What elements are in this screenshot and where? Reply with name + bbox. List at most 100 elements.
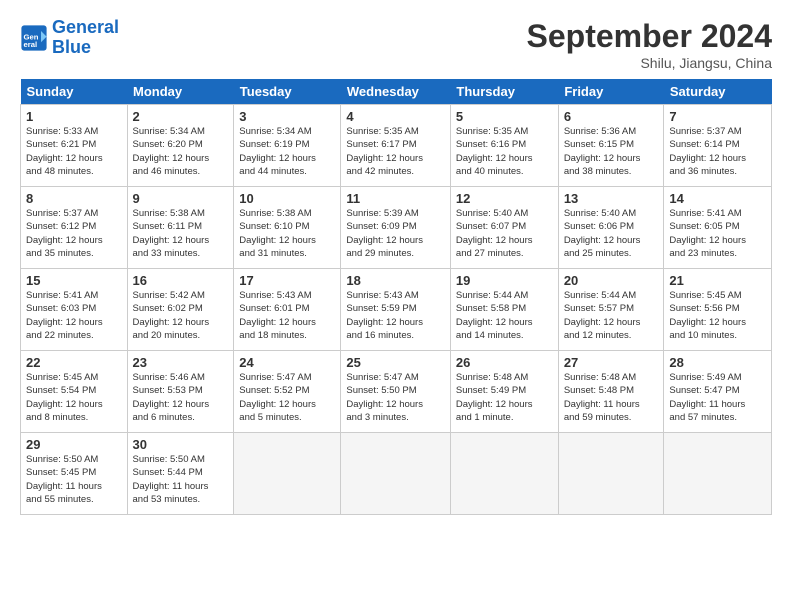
svg-text:eral: eral	[24, 40, 38, 49]
weekday-header-tuesday: Tuesday	[234, 79, 341, 105]
day-detail: Sunrise: 5:43 AM Sunset: 5:59 PM Dayligh…	[346, 289, 445, 342]
day-detail: Sunrise: 5:47 AM Sunset: 5:50 PM Dayligh…	[346, 371, 445, 424]
calendar-cell: 27Sunrise: 5:48 AM Sunset: 5:48 PM Dayli…	[558, 351, 664, 433]
calendar-cell: 1Sunrise: 5:33 AM Sunset: 6:21 PM Daylig…	[21, 105, 128, 187]
day-number: 9	[133, 191, 229, 206]
calendar-cell: 24Sunrise: 5:47 AM Sunset: 5:52 PM Dayli…	[234, 351, 341, 433]
calendar-cell	[558, 433, 664, 515]
day-number: 25	[346, 355, 445, 370]
day-number: 7	[669, 109, 766, 124]
day-detail: Sunrise: 5:37 AM Sunset: 6:14 PM Dayligh…	[669, 125, 766, 178]
day-number: 30	[133, 437, 229, 452]
day-detail: Sunrise: 5:45 AM Sunset: 5:54 PM Dayligh…	[26, 371, 122, 424]
day-detail: Sunrise: 5:46 AM Sunset: 5:53 PM Dayligh…	[133, 371, 229, 424]
day-detail: Sunrise: 5:42 AM Sunset: 6:02 PM Dayligh…	[133, 289, 229, 342]
day-detail: Sunrise: 5:50 AM Sunset: 5:44 PM Dayligh…	[133, 453, 229, 506]
calendar-cell: 30Sunrise: 5:50 AM Sunset: 5:44 PM Dayli…	[127, 433, 234, 515]
day-number: 29	[26, 437, 122, 452]
calendar-cell: 7Sunrise: 5:37 AM Sunset: 6:14 PM Daylig…	[664, 105, 772, 187]
weekday-header-friday: Friday	[558, 79, 664, 105]
day-number: 28	[669, 355, 766, 370]
calendar-cell	[450, 433, 558, 515]
calendar-cell: 11Sunrise: 5:39 AM Sunset: 6:09 PM Dayli…	[341, 187, 451, 269]
weekday-header-sunday: Sunday	[21, 79, 128, 105]
calendar-cell: 16Sunrise: 5:42 AM Sunset: 6:02 PM Dayli…	[127, 269, 234, 351]
day-detail: Sunrise: 5:33 AM Sunset: 6:21 PM Dayligh…	[26, 125, 122, 178]
day-number: 16	[133, 273, 229, 288]
calendar-cell: 19Sunrise: 5:44 AM Sunset: 5:58 PM Dayli…	[450, 269, 558, 351]
day-number: 5	[456, 109, 553, 124]
day-detail: Sunrise: 5:41 AM Sunset: 6:05 PM Dayligh…	[669, 207, 766, 260]
calendar-cell: 12Sunrise: 5:40 AM Sunset: 6:07 PM Dayli…	[450, 187, 558, 269]
day-number: 13	[564, 191, 659, 206]
day-detail: Sunrise: 5:50 AM Sunset: 5:45 PM Dayligh…	[26, 453, 122, 506]
calendar-week-5: 29Sunrise: 5:50 AM Sunset: 5:45 PM Dayli…	[21, 433, 772, 515]
header: Gen eral GeneralBlue September 2024 Shil…	[20, 18, 772, 71]
calendar-cell: 3Sunrise: 5:34 AM Sunset: 6:19 PM Daylig…	[234, 105, 341, 187]
calendar-cell: 5Sunrise: 5:35 AM Sunset: 6:16 PM Daylig…	[450, 105, 558, 187]
day-detail: Sunrise: 5:34 AM Sunset: 6:19 PM Dayligh…	[239, 125, 335, 178]
day-number: 4	[346, 109, 445, 124]
day-number: 17	[239, 273, 335, 288]
calendar-cell: 28Sunrise: 5:49 AM Sunset: 5:47 PM Dayli…	[664, 351, 772, 433]
calendar-cell: 22Sunrise: 5:45 AM Sunset: 5:54 PM Dayli…	[21, 351, 128, 433]
day-number: 14	[669, 191, 766, 206]
day-detail: Sunrise: 5:48 AM Sunset: 5:48 PM Dayligh…	[564, 371, 659, 424]
day-detail: Sunrise: 5:38 AM Sunset: 6:10 PM Dayligh…	[239, 207, 335, 260]
calendar-cell: 14Sunrise: 5:41 AM Sunset: 6:05 PM Dayli…	[664, 187, 772, 269]
calendar-week-1: 1Sunrise: 5:33 AM Sunset: 6:21 PM Daylig…	[21, 105, 772, 187]
calendar-cell: 21Sunrise: 5:45 AM Sunset: 5:56 PM Dayli…	[664, 269, 772, 351]
day-detail: Sunrise: 5:49 AM Sunset: 5:47 PM Dayligh…	[669, 371, 766, 424]
day-number: 6	[564, 109, 659, 124]
day-number: 12	[456, 191, 553, 206]
day-number: 1	[26, 109, 122, 124]
day-number: 10	[239, 191, 335, 206]
day-detail: Sunrise: 5:39 AM Sunset: 6:09 PM Dayligh…	[346, 207, 445, 260]
calendar-week-2: 8Sunrise: 5:37 AM Sunset: 6:12 PM Daylig…	[21, 187, 772, 269]
day-detail: Sunrise: 5:44 AM Sunset: 5:58 PM Dayligh…	[456, 289, 553, 342]
day-number: 27	[564, 355, 659, 370]
calendar-cell: 23Sunrise: 5:46 AM Sunset: 5:53 PM Dayli…	[127, 351, 234, 433]
calendar-cell: 10Sunrise: 5:38 AM Sunset: 6:10 PM Dayli…	[234, 187, 341, 269]
location-subtitle: Shilu, Jiangsu, China	[527, 55, 772, 71]
weekday-header-saturday: Saturday	[664, 79, 772, 105]
weekday-header-monday: Monday	[127, 79, 234, 105]
day-detail: Sunrise: 5:34 AM Sunset: 6:20 PM Dayligh…	[133, 125, 229, 178]
day-number: 21	[669, 273, 766, 288]
day-detail: Sunrise: 5:40 AM Sunset: 6:07 PM Dayligh…	[456, 207, 553, 260]
calendar-cell: 6Sunrise: 5:36 AM Sunset: 6:15 PM Daylig…	[558, 105, 664, 187]
calendar-cell: 18Sunrise: 5:43 AM Sunset: 5:59 PM Dayli…	[341, 269, 451, 351]
day-detail: Sunrise: 5:47 AM Sunset: 5:52 PM Dayligh…	[239, 371, 335, 424]
title-block: September 2024 Shilu, Jiangsu, China	[527, 18, 772, 71]
calendar-cell	[341, 433, 451, 515]
month-title: September 2024	[527, 18, 772, 55]
day-detail: Sunrise: 5:40 AM Sunset: 6:06 PM Dayligh…	[564, 207, 659, 260]
day-detail: Sunrise: 5:35 AM Sunset: 6:17 PM Dayligh…	[346, 125, 445, 178]
day-detail: Sunrise: 5:48 AM Sunset: 5:49 PM Dayligh…	[456, 371, 553, 424]
day-number: 22	[26, 355, 122, 370]
day-number: 18	[346, 273, 445, 288]
day-detail: Sunrise: 5:43 AM Sunset: 6:01 PM Dayligh…	[239, 289, 335, 342]
calendar-body: 1Sunrise: 5:33 AM Sunset: 6:21 PM Daylig…	[21, 105, 772, 515]
calendar-header: SundayMondayTuesdayWednesdayThursdayFrid…	[21, 79, 772, 105]
calendar-cell: 8Sunrise: 5:37 AM Sunset: 6:12 PM Daylig…	[21, 187, 128, 269]
day-detail: Sunrise: 5:44 AM Sunset: 5:57 PM Dayligh…	[564, 289, 659, 342]
weekday-header-wednesday: Wednesday	[341, 79, 451, 105]
weekday-header-thursday: Thursday	[450, 79, 558, 105]
logo-icon: Gen eral	[20, 24, 48, 52]
calendar-cell: 4Sunrise: 5:35 AM Sunset: 6:17 PM Daylig…	[341, 105, 451, 187]
calendar-week-3: 15Sunrise: 5:41 AM Sunset: 6:03 PM Dayli…	[21, 269, 772, 351]
day-detail: Sunrise: 5:37 AM Sunset: 6:12 PM Dayligh…	[26, 207, 122, 260]
day-number: 11	[346, 191, 445, 206]
calendar-table: SundayMondayTuesdayWednesdayThursdayFrid…	[20, 79, 772, 515]
calendar-cell: 17Sunrise: 5:43 AM Sunset: 6:01 PM Dayli…	[234, 269, 341, 351]
day-number: 8	[26, 191, 122, 206]
day-number: 24	[239, 355, 335, 370]
day-number: 15	[26, 273, 122, 288]
day-detail: Sunrise: 5:35 AM Sunset: 6:16 PM Dayligh…	[456, 125, 553, 178]
logo-text: GeneralBlue	[52, 18, 119, 58]
calendar-cell	[234, 433, 341, 515]
day-detail: Sunrise: 5:41 AM Sunset: 6:03 PM Dayligh…	[26, 289, 122, 342]
calendar-week-4: 22Sunrise: 5:45 AM Sunset: 5:54 PM Dayli…	[21, 351, 772, 433]
day-detail: Sunrise: 5:38 AM Sunset: 6:11 PM Dayligh…	[133, 207, 229, 260]
